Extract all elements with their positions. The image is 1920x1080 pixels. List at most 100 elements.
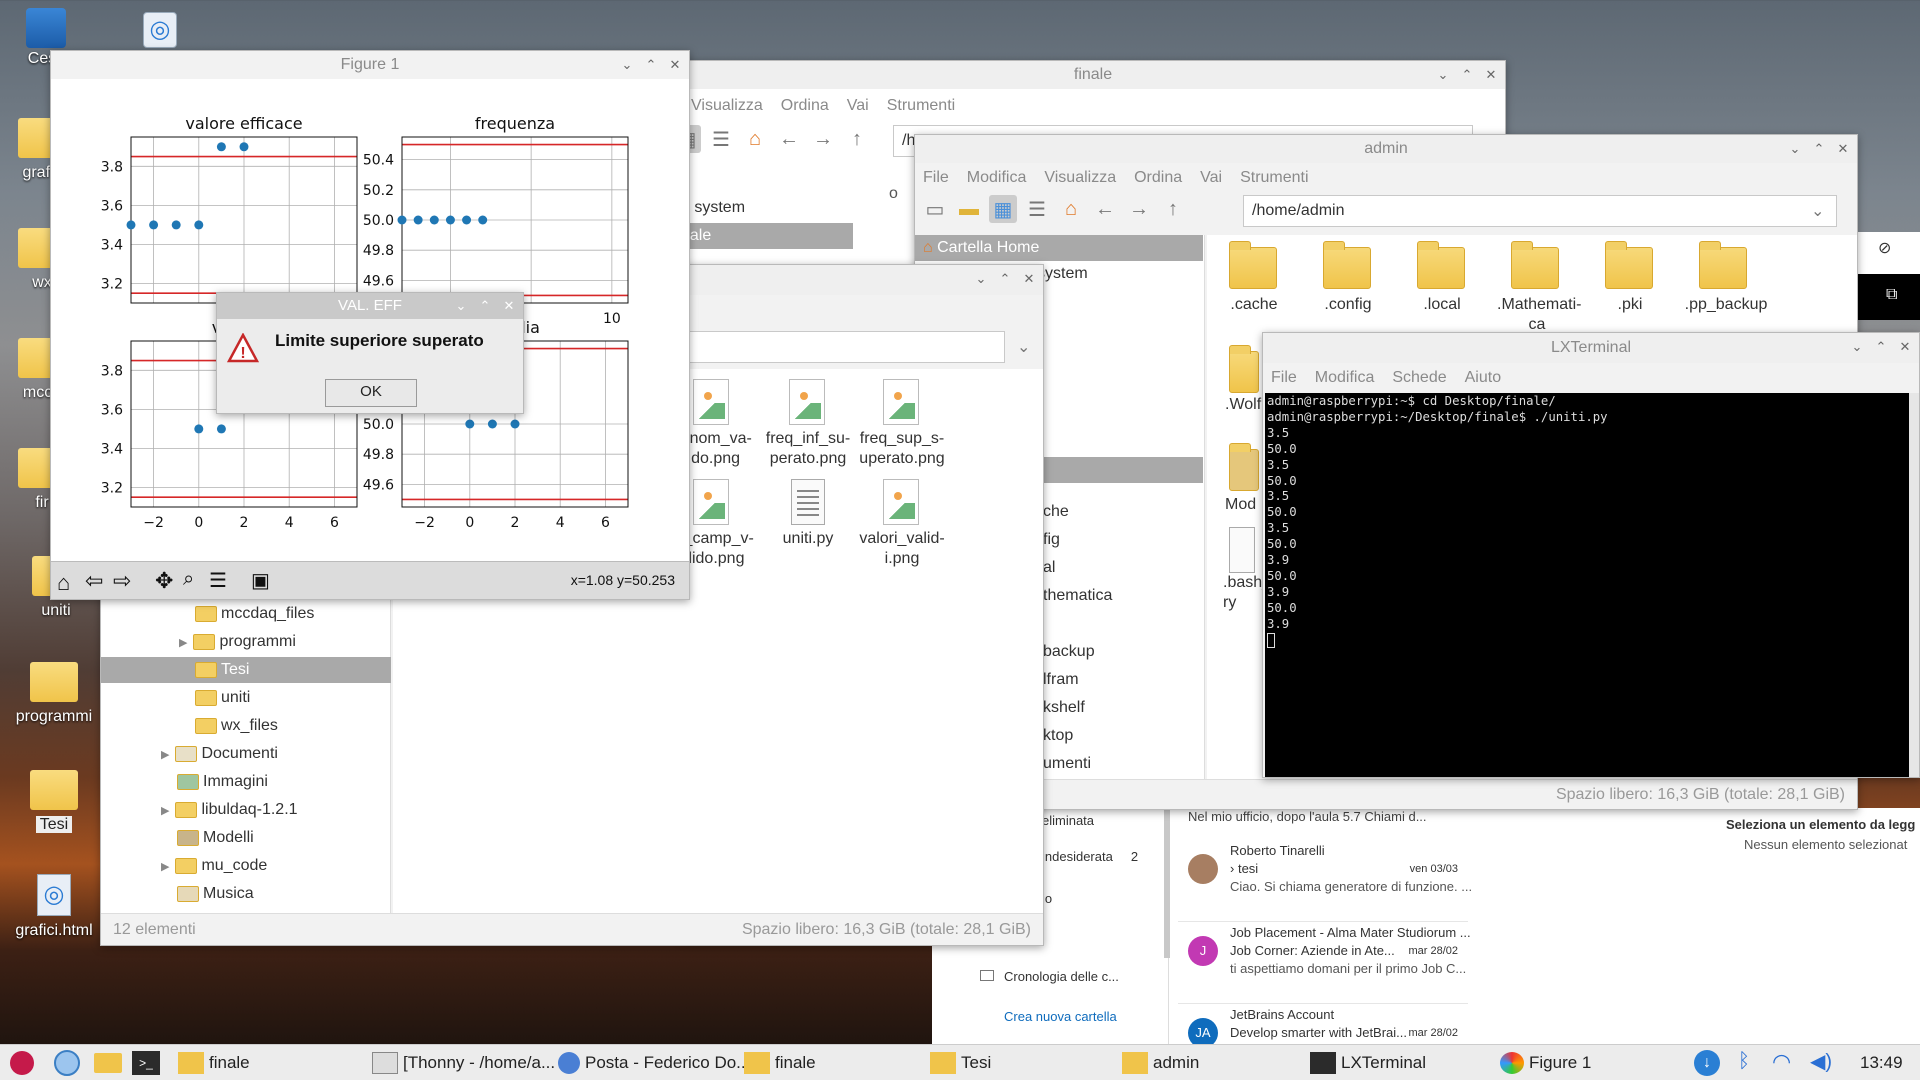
sidebar-item[interactable]: e system [681,195,745,221]
new-folder-icon[interactable]: ▬ [955,195,983,223]
zoom-icon[interactable]: ⌕ [183,568,194,591]
mail-folder-deleted[interactable]: eliminata [1042,808,1094,834]
create-folder-link[interactable]: Crea nuova cartella [1004,1004,1117,1030]
window-titlebar[interactable]: finale ⌄ ⌃ ✕ [681,61,1505,89]
close-icon[interactable]: ✕ [1835,135,1851,163]
desktop-icon-tesi[interactable]: Tesi [12,770,96,834]
file-label[interactable]: freq_inf_su-perato.png [763,429,853,469]
minimize-icon[interactable]: ⌄ [1435,61,1451,89]
maximize-icon[interactable]: ⌃ [643,51,659,79]
menu-visualizza[interactable]: Visualizza [1044,169,1116,187]
menu-ordina[interactable]: Ordina [1134,169,1182,187]
text-file-icon[interactable] [1229,527,1255,573]
image-file-icon[interactable] [693,479,729,525]
file-label[interactable]: .config [1301,295,1395,315]
home-icon[interactable]: ⌂ [741,125,769,153]
close-icon[interactable]: ✕ [1483,61,1499,89]
tree-item[interactable]: mccdaq_files [195,601,391,627]
raspberry-menu-icon[interactable] [10,1051,34,1075]
tree-item[interactable]: Immagini [177,769,268,795]
path-dropdown-icon[interactable]: ⌄ [1811,201,1824,221]
menu-modifica[interactable]: Modifica [967,169,1027,187]
menu-aiuto[interactable]: Aiuto [1465,369,1501,387]
trash-icon[interactable] [26,8,66,48]
up-arrow-icon[interactable]: ↑ [843,125,871,153]
window-titlebar[interactable]: admin ⌄ ⌃ ✕ [915,135,1857,163]
file-label[interactable]: Mod [1225,495,1265,515]
image-file-icon[interactable] [883,379,919,425]
ok-button[interactable]: OK [325,379,417,407]
taskbar-item[interactable]: finale [178,1045,250,1080]
sidebar-item[interactable]: umenti [1043,751,1091,777]
maximize-icon[interactable]: ⌃ [997,265,1013,293]
window-titlebar[interactable]: Figure 1 ⌄ ⌃ ✕ [51,51,689,79]
eye-off-icon[interactable]: ⊘ [1878,238,1891,258]
cast-icon[interactable]: ⧉ [1886,286,1897,304]
file-label[interactable]: .cache [1207,295,1301,315]
scrollbar[interactable] [1909,393,1919,777]
sidebar-item-selected[interactable]: nale [681,223,853,249]
back-arrow-icon[interactable]: ← [1091,195,1119,223]
lxterminal-window[interactable]: LXTerminal ⌄ ⌃ ✕ File Modifica Schede Aiut… [1262,332,1920,778]
sidebar-item[interactable]: che [1043,499,1069,525]
minimize-icon[interactable]: ⌄ [1787,135,1803,163]
taskbar-item[interactable]: admin [1122,1045,1199,1080]
forward-arrow-icon[interactable]: → [809,125,837,153]
save-icon[interactable]: ▣ [251,568,270,593]
folder-icon[interactable] [1699,241,1747,289]
scrollbar[interactable] [1164,808,1170,958]
file-manager-icon[interactable] [94,1053,122,1073]
tree-item[interactable]: ▶ programmi [179,629,391,655]
bluetooth-icon[interactable]: ᛒ [1738,1050,1750,1073]
path-input[interactable] [661,331,1005,363]
mail-folder-junk[interactable]: indesiderata 2 [1042,844,1138,870]
tree-item[interactable]: ▶ libuldaq-1.2.1 [161,797,298,823]
close-icon[interactable]: ✕ [1897,333,1913,362]
file-label[interactable]: .local [1395,295,1489,315]
file-label[interactable]: .bash_ ry [1223,573,1271,613]
window-titlebar[interactable]: LXTerminal ⌄ ⌃ ✕ [1263,333,1919,363]
close-icon[interactable]: ✕ [667,51,683,79]
file-label[interactable]: .Wolf [1225,395,1265,415]
list-view-icon[interactable]: ☰ [1023,195,1051,223]
wifi-icon[interactable]: ◠ [1772,1049,1791,1075]
sidebar-toggle-icon[interactable]: ▭ [921,195,949,223]
folder-icon[interactable] [1511,241,1559,289]
taskbar-item[interactable]: finale [744,1045,816,1080]
tree-item[interactable]: ▶ Documenti [161,741,278,767]
html-file-icon[interactable]: ◎ [143,12,177,48]
file-label[interactable]: valori_valid-i.png [857,529,947,569]
expand-arrow-icon[interactable]: ▶ [161,805,169,817]
download-icon[interactable]: ↓ [1694,1050,1720,1076]
minimize-icon[interactable]: ⌄ [619,51,635,79]
folder-icon[interactable] [1229,443,1259,491]
desktop-icon-programmi[interactable]: programmi [12,662,96,726]
sidebar-item-home[interactable]: ⌂ Cartella Home [915,235,1203,261]
tree-item[interactable]: Modelli [177,825,254,851]
path-input[interactable]: /home/admin [1243,195,1837,227]
volume-icon[interactable]: ◀) [1810,1049,1832,1074]
maximize-icon[interactable]: ⌃ [1873,333,1889,362]
minimize-icon[interactable]: ⌄ [973,265,989,293]
taskbar-item[interactable]: LXTerminal [1310,1045,1426,1080]
maximize-icon[interactable]: ⌃ [1459,61,1475,89]
message-item[interactable]: J Job Placement - Alma Mater Studiorum .… [1178,922,1471,1004]
menu-vai[interactable]: Vai [847,97,869,115]
pan-icon[interactable]: ✥ [155,568,173,594]
folder-icon[interactable] [1229,345,1259,393]
folder-icon[interactable] [1323,241,1371,289]
image-file-icon[interactable] [693,379,729,425]
folder-icon[interactable] [1417,241,1465,289]
browser-icon[interactable] [54,1050,80,1076]
menu-modifica[interactable]: Modifica [1315,369,1375,387]
desktop-icon-grafici-html[interactable]: ◎ grafici.html [12,874,96,940]
sidebar-item[interactable]: fig [1043,527,1060,553]
tree-item[interactable]: uniti [195,685,250,711]
taskbar-item[interactable]: Figure 1 [1500,1045,1591,1080]
back-arrow-icon[interactable]: ⇦ [85,568,103,594]
file-label[interactable]: uniti.py [763,529,853,549]
folder-icon[interactable] [1605,241,1653,289]
sidebar-item[interactable]: thematica [1043,583,1112,609]
tree-item[interactable]: Musica [177,881,254,907]
tree-item[interactable]: wx_files [195,713,278,739]
